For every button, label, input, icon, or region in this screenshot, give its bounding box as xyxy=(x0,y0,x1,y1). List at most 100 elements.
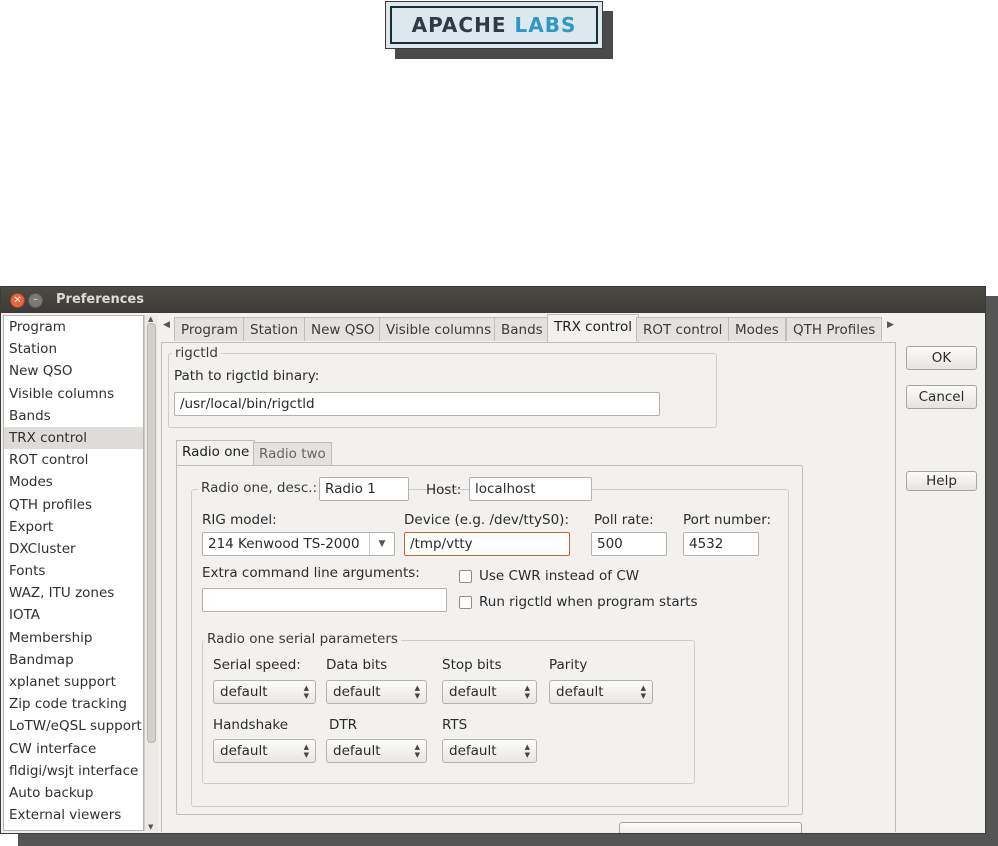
radio-desc-input[interactable]: Radio 1 xyxy=(319,477,409,501)
sidebar-item-bands[interactable]: Bands xyxy=(4,405,143,427)
tab-trx-control[interactable]: TRX control xyxy=(547,314,639,342)
parity-select[interactable]: default ▲ ▼ xyxy=(549,680,653,704)
sidebar-item-membership[interactable]: Membership xyxy=(4,627,143,649)
preferences-window: ✕ – Preferences Program Station New QSO … xyxy=(0,286,986,834)
sidebar-item-new-qso[interactable]: New QSO xyxy=(4,360,143,382)
sidebar-scrollbar[interactable]: ▲ ▼ xyxy=(144,315,158,831)
tab-qth-profiles[interactable]: QTH Profiles xyxy=(786,317,883,341)
sidebar-item-auto-backup[interactable]: Auto backup xyxy=(4,782,143,804)
category-list[interactable]: Program Station New QSO Visible columns … xyxy=(3,315,144,831)
rigctld-group xyxy=(168,353,717,428)
host-label: Host: xyxy=(426,482,462,498)
rig-model-value: 214 Kenwood TS-2000 xyxy=(208,536,360,552)
rigctld-path-label: Path to rigctld binary: xyxy=(174,368,320,384)
rts-label: RTS xyxy=(442,717,468,733)
tab-program[interactable]: Program xyxy=(174,317,245,341)
window-title: Preferences xyxy=(56,292,144,307)
logo-labs-text: LABS xyxy=(514,13,577,37)
sidebar-item-qth-profiles[interactable]: QTH profiles xyxy=(4,494,143,516)
tab-rot-control[interactable]: ROT control xyxy=(636,317,730,341)
sidebar-item-bandmap[interactable]: Bandmap xyxy=(4,649,143,671)
data-bits-label: Data bits xyxy=(326,657,388,673)
updown-icon: ▲ ▼ xyxy=(640,684,646,700)
sidebar-item-program[interactable]: Program xyxy=(4,316,143,338)
tab-bands[interactable]: Bands xyxy=(494,317,550,341)
sidebar-item-station[interactable]: Station xyxy=(4,338,143,360)
scrollbar-thumb[interactable] xyxy=(147,323,156,743)
radio-desc-label: Radio one, desc.: xyxy=(198,480,321,496)
sidebar-item-lotw-eqsl-support[interactable]: LoTW/eQSL support xyxy=(4,715,143,737)
sidebar-item-export[interactable]: Export xyxy=(4,516,143,538)
extra-args-input[interactable] xyxy=(202,588,447,612)
stop-bits-select[interactable]: default ▲ ▼ xyxy=(442,680,537,704)
trx-control-panel: rigctld Path to rigctld binary: /usr/loc… xyxy=(161,342,896,833)
sidebar-item-cw-interface[interactable]: CW interface xyxy=(4,738,143,760)
help-button[interactable]: Help xyxy=(906,471,977,491)
sidebar-item-xplanet-support[interactable]: xplanet support xyxy=(4,671,143,693)
sidebar-item-visible-columns[interactable]: Visible columns xyxy=(4,383,143,405)
sidebar-item-external-viewers[interactable]: External viewers xyxy=(4,804,143,826)
rig-model-label: RIG model: xyxy=(202,512,277,528)
poll-rate-input[interactable]: 500 xyxy=(591,532,667,556)
handshake-label: Handshake xyxy=(213,717,289,733)
poll-rate-label: Poll rate: xyxy=(594,512,654,528)
tab-station[interactable]: Station xyxy=(243,317,305,341)
sidebar-item-modes[interactable]: Modes xyxy=(4,471,143,493)
parity-label: Parity xyxy=(549,657,588,673)
dtr-value: default xyxy=(333,743,381,759)
port-number-label: Port number: xyxy=(683,512,772,528)
tab-scroll-right-icon[interactable]: ▶ xyxy=(887,320,894,330)
cancel-button[interactable]: Cancel xyxy=(906,385,977,409)
run-rigctld-checkbox[interactable] xyxy=(459,596,472,609)
sidebar-item-fldigi-wsjt-interface[interactable]: fldigi/wsjt interface xyxy=(4,760,143,782)
sidebar-item-waz-itu-zones[interactable]: WAZ, ITU zones xyxy=(4,582,143,604)
handshake-select[interactable]: default ▲ ▼ xyxy=(213,739,316,763)
updown-icon: ▲ ▼ xyxy=(303,684,309,700)
scroll-up-icon[interactable]: ▲ xyxy=(148,315,153,323)
device-input[interactable]: /tmp/vtty xyxy=(404,532,570,556)
host-input[interactable]: localhost xyxy=(469,477,592,501)
rigctld-group-title: rigctld xyxy=(172,345,221,361)
tab-new-qso[interactable]: New QSO xyxy=(304,317,382,341)
tab-radio-one[interactable]: Radio one xyxy=(176,440,256,466)
tab-radio-two[interactable]: Radio two xyxy=(253,442,332,466)
minimize-icon[interactable]: – xyxy=(28,293,43,308)
logo-apache-text: APACHE xyxy=(411,13,507,37)
sidebar-item-iota[interactable]: IOTA xyxy=(4,604,143,626)
rts-select[interactable]: default ▲ ▼ xyxy=(442,739,537,763)
sidebar-item-fonts[interactable]: Fonts xyxy=(4,560,143,582)
serial-speed-value: default xyxy=(220,684,268,700)
rigctld-path-input[interactable]: /usr/local/bin/rigctld xyxy=(174,392,660,416)
serial-speed-label: Serial speed: xyxy=(213,657,301,673)
updown-icon: ▲ ▼ xyxy=(524,684,530,700)
close-icon[interactable]: ✕ xyxy=(10,293,25,308)
tab-modes[interactable]: Modes xyxy=(728,317,786,341)
port-number-input[interactable]: 4532 xyxy=(683,532,759,556)
sidebar-item-zip-code-tracking[interactable]: Zip code tracking xyxy=(4,693,143,715)
titlebar: ✕ – Preferences xyxy=(1,287,985,313)
parity-value: default xyxy=(556,684,604,700)
use-cwr-label: Use CWR instead of CW xyxy=(479,568,640,584)
chevron-down-icon[interactable]: ▼ xyxy=(369,533,394,555)
sidebar-item-rot-control[interactable]: ROT control xyxy=(4,449,143,471)
updown-icon: ▲ ▼ xyxy=(303,743,309,759)
sidebar-item-trx-control[interactable]: TRX control xyxy=(4,426,143,450)
apache-labs-logo: APACHE LABS xyxy=(385,1,603,49)
tab-visible-columns[interactable]: Visible columns xyxy=(379,317,499,341)
use-cwr-checkbox[interactable] xyxy=(459,570,472,583)
partial-button[interactable] xyxy=(619,822,802,833)
ok-button[interactable]: OK xyxy=(906,346,977,370)
scroll-down-icon[interactable]: ▼ xyxy=(148,823,153,831)
handshake-value: default xyxy=(220,743,268,759)
extra-args-label: Extra command line arguments: xyxy=(202,565,420,581)
serial-speed-select[interactable]: default ▲ ▼ xyxy=(213,680,316,704)
dtr-select[interactable]: default ▲ ▼ xyxy=(326,739,427,763)
data-bits-select[interactable]: default ▲ ▼ xyxy=(326,680,427,704)
tab-scroll-left-icon[interactable]: ◀ xyxy=(163,320,170,330)
updown-icon: ▲ ▼ xyxy=(414,743,420,759)
stop-bits-value: default xyxy=(449,684,497,700)
sidebar-item-dxcluster[interactable]: DXCluster xyxy=(4,538,143,560)
updown-icon: ▲ ▼ xyxy=(524,743,530,759)
device-label: Device (e.g. /dev/ttyS0): xyxy=(404,512,569,528)
rig-model-combo[interactable]: 214 Kenwood TS-2000 ▼ xyxy=(202,532,395,556)
